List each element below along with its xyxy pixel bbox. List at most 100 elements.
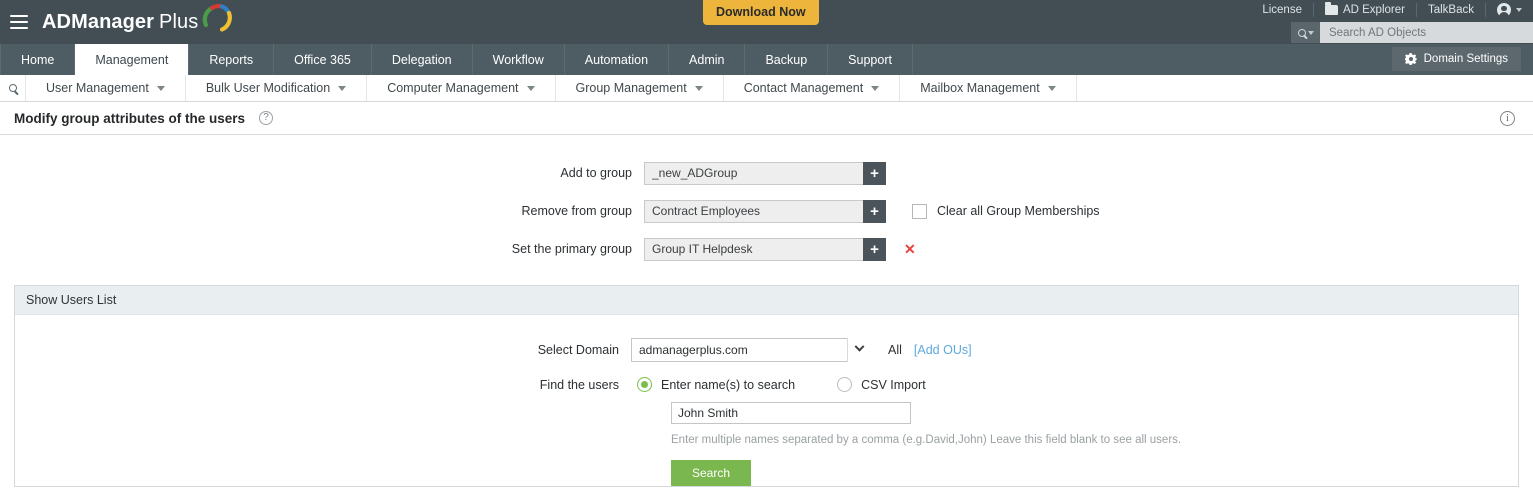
menu-label: Computer Management <box>387 81 519 95</box>
user-account-menu[interactable] <box>1486 3 1533 18</box>
panel-header: Show Users List <box>15 286 1518 315</box>
add-to-group-row: Add to group + <box>0 154 1533 192</box>
ad-explorer-label: AD Explorer <box>1342 4 1405 16</box>
chevron-down-icon <box>338 85 347 91</box>
app-window: ADManager Plus Download Now License AD E… <box>0 0 1533 501</box>
add-to-group-field: + <box>644 161 886 185</box>
top-header-bar: ADManager Plus Download Now License AD E… <box>0 0 1533 44</box>
remove-from-group-input[interactable] <box>644 199 863 223</box>
tab-delegation[interactable]: Delegation <box>372 44 473 75</box>
tab-management[interactable]: Management <box>75 44 190 75</box>
tab-home[interactable]: Home <box>0 44 76 75</box>
talkback-link[interactable]: TalkBack <box>1417 4 1485 16</box>
clear-memberships-group: Clear all Group Memberships <box>912 203 1100 219</box>
page-title-bar: Modify group attributes of the users ? i <box>0 102 1533 135</box>
help-icon[interactable]: ? <box>259 111 274 125</box>
add-to-group-input[interactable] <box>644 161 863 185</box>
tab-support[interactable]: Support <box>828 44 913 75</box>
brand-name-bold: ADManager <box>42 10 155 33</box>
chevron-down-icon <box>1516 8 1522 12</box>
set-primary-group-input[interactable] <box>644 237 863 261</box>
set-primary-group-plus-button[interactable]: + <box>863 237 886 261</box>
name-search-hint: Enter multiple names separated by a comm… <box>671 434 1182 446</box>
menu-group-management[interactable]: Group Management <box>556 75 724 101</box>
global-search-input[interactable] <box>1320 22 1533 43</box>
search-button[interactable]: Search <box>671 460 752 486</box>
radio-enter-names[interactable]: Enter name(s) to search <box>637 377 795 392</box>
chevron-down-icon <box>526 85 535 91</box>
clear-all-group-memberships-label: Clear all Group Memberships <box>937 204 1100 218</box>
dropdown-arrow-button[interactable] <box>847 337 871 362</box>
clear-all-group-memberships-checkbox[interactable] <box>912 203 927 219</box>
all-ous-label: All <box>888 342 902 357</box>
search-scope-button[interactable] <box>1291 22 1320 43</box>
tab-automation[interactable]: Automation <box>565 44 670 75</box>
app-logo[interactable]: ADManager Plus <box>42 4 235 40</box>
set-primary-group-label: Set the primary group <box>511 242 632 256</box>
chevron-down-icon <box>1307 30 1314 35</box>
radio-csv-import[interactable]: CSV Import <box>837 377 926 392</box>
menu-computer-management[interactable]: Computer Management <box>367 75 556 101</box>
chevron-down-icon <box>871 85 880 91</box>
chevron-down-icon <box>156 85 165 91</box>
search-icon <box>1297 28 1306 37</box>
menu-user-management[interactable]: User Management <box>26 75 186 101</box>
user-name-search-input[interactable] <box>671 402 911 424</box>
domain-settings-label: Domain Settings <box>1423 53 1508 65</box>
menu-contact-management[interactable]: Contact Management <box>724 75 901 101</box>
gear-icon <box>1405 53 1417 65</box>
global-search <box>1291 22 1533 43</box>
set-primary-group-field: + <box>644 237 886 261</box>
add-to-group-plus-button[interactable]: + <box>863 161 886 185</box>
find-users-radio-group: Enter name(s) to search CSV Import <box>637 377 926 392</box>
find-the-users-label: Find the users <box>539 377 619 392</box>
ad-explorer-link[interactable]: AD Explorer <box>1314 2 1416 16</box>
chevron-down-icon <box>694 85 703 91</box>
remove-from-group-field: + <box>644 199 886 223</box>
add-to-group-label: Add to group <box>560 166 632 180</box>
folder-icon <box>1324 2 1338 15</box>
menu-label: Mailbox Management <box>920 81 1040 95</box>
remove-primary-group-icon[interactable]: ✕ <box>904 242 916 256</box>
remove-from-group-plus-button[interactable]: + <box>863 199 886 223</box>
find-users-row: Find the users Enter name(s) to search C… <box>15 367 1518 402</box>
add-ous-link[interactable]: [Add OUs] <box>914 343 972 357</box>
submenu-search-button[interactable] <box>0 75 26 101</box>
select-domain-label: Select Domain <box>537 342 619 357</box>
main-tab-bar: Home Management Reports Office 365 Deleg… <box>0 44 1533 75</box>
tab-reports[interactable]: Reports <box>189 44 275 75</box>
show-users-list-panel: Show Users List Select Domain admanagerp… <box>14 285 1519 487</box>
logo-swoosh-icon <box>201 0 235 40</box>
set-primary-group-row: Set the primary group + ✕ <box>0 230 1533 268</box>
license-link[interactable]: License <box>1251 4 1313 16</box>
user-avatar-icon <box>1497 3 1511 18</box>
select-domain-dropdown[interactable]: admanagerplus.com <box>631 337 871 362</box>
menu-mailbox-management[interactable]: Mailbox Management <box>900 75 1077 101</box>
tab-backup[interactable]: Backup <box>745 44 829 75</box>
menu-label: Bulk User Modification <box>205 81 331 95</box>
menu-label: User Management <box>46 81 149 95</box>
remove-from-group-label: Remove from group <box>521 204 632 218</box>
tab-office-365[interactable]: Office 365 <box>274 44 372 75</box>
remove-from-group-row: Remove from group + Clear all Group Memb… <box>0 192 1533 230</box>
radio-csv-import-label: CSV Import <box>861 377 926 392</box>
group-attributes-form: Add to group + Remove from group + Clear… <box>0 135 1533 268</box>
header-right-controls: License AD Explorer TalkBack <box>1251 0 1533 44</box>
chevron-down-icon <box>1047 85 1056 91</box>
info-icon[interactable]: i <box>1500 111 1515 126</box>
brand-name-light: Plus <box>159 10 199 33</box>
menu-label: Group Management <box>575 81 687 95</box>
chevron-down-icon <box>854 341 865 352</box>
download-now-button[interactable]: Download Now <box>703 0 819 25</box>
hamburger-menu-icon[interactable] <box>10 15 28 29</box>
domain-settings-button[interactable]: Domain Settings <box>1391 47 1521 71</box>
radio-enter-names-label: Enter name(s) to search <box>661 377 796 392</box>
radio-csv-import-button[interactable] <box>837 377 853 392</box>
page-title: Modify group attributes of the users <box>14 110 246 126</box>
tab-workflow[interactable]: Workflow <box>473 44 565 75</box>
talkback-label: TalkBack <box>1427 4 1474 16</box>
tab-admin[interactable]: Admin <box>669 44 746 75</box>
select-domain-value[interactable]: admanagerplus.com <box>631 337 871 362</box>
menu-bulk-user-modification[interactable]: Bulk User Modification <box>186 75 368 101</box>
radio-enter-names-button[interactable] <box>637 377 652 392</box>
